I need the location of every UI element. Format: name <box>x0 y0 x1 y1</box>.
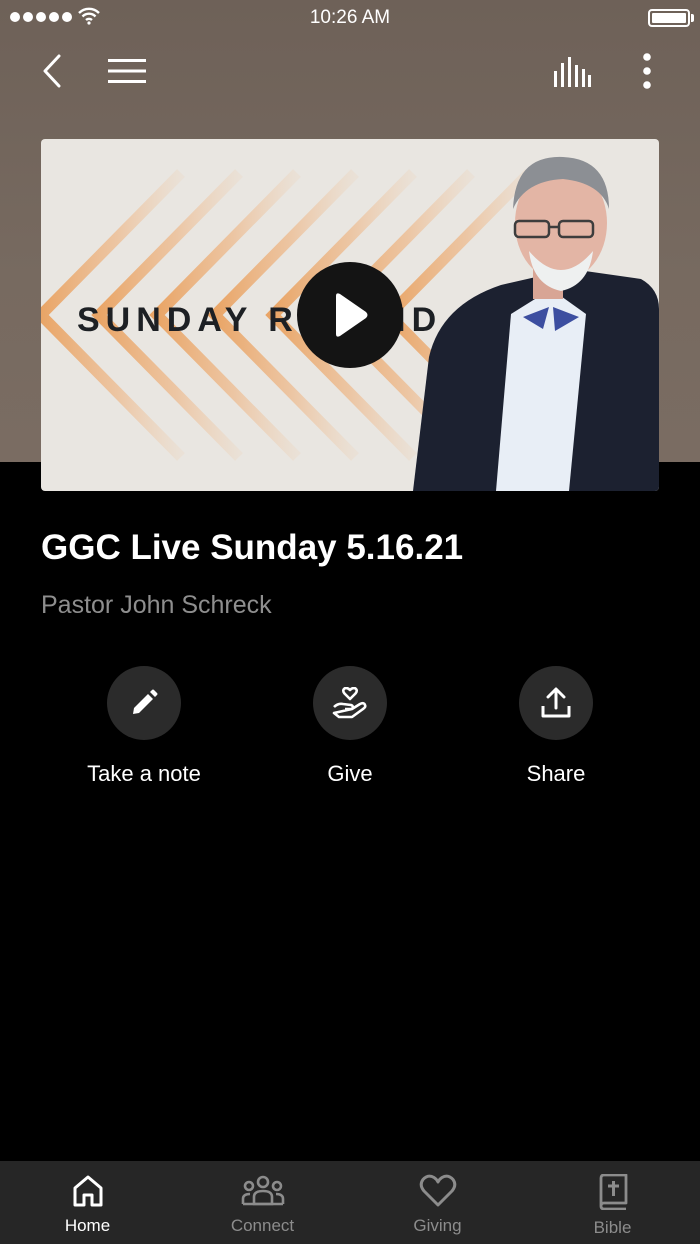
menu-button[interactable] <box>104 54 150 88</box>
bottom-tab-bar: Home Connect Giving Bible <box>0 1161 700 1244</box>
status-bar: 10:26 AM <box>0 0 700 36</box>
back-button[interactable] <box>34 50 70 92</box>
home-icon <box>73 1175 102 1207</box>
status-time: 10:26 AM <box>309 7 391 28</box>
tab-bible[interactable]: Bible <box>525 1161 700 1244</box>
pencil-icon <box>133 689 158 714</box>
take-note-label: Take a note <box>87 761 201 786</box>
tab-giving-label: Giving <box>413 1216 462 1235</box>
take-note-button[interactable]: Take a note <box>44 666 244 787</box>
speaker-photo <box>413 156 659 491</box>
hamburger-menu-icon <box>108 59 146 83</box>
battery-icon <box>648 9 690 27</box>
heart-icon <box>419 1174 456 1207</box>
give-button[interactable]: Give <box>250 666 450 787</box>
sermon-title: GGC Live Sunday 5.16.21 <box>41 528 464 567</box>
tab-home[interactable]: Home <box>0 1161 175 1244</box>
sermon-speaker: Pastor John Schreck <box>41 591 272 619</box>
people-icon <box>241 1175 284 1206</box>
audio-button[interactable] <box>548 52 596 92</box>
video-thumbnail[interactable]: SUNDAY REWIND <box>41 139 659 491</box>
bible-icon <box>599 1174 627 1210</box>
more-options-button[interactable] <box>630 50 664 92</box>
more-vertical-icon <box>643 53 651 89</box>
tab-connect-label: Connect <box>230 1216 295 1235</box>
tab-connect[interactable]: Connect <box>175 1161 350 1244</box>
audio-bars-icon <box>554 57 591 87</box>
chevron-left-icon <box>43 54 61 88</box>
share-upload-icon <box>541 687 571 718</box>
share-button[interactable]: Share <box>456 666 656 787</box>
tab-home-label: Home <box>64 1216 111 1235</box>
give-label: Give <box>327 761 373 786</box>
play-button[interactable] <box>297 262 403 368</box>
share-label: Share <box>526 761 586 786</box>
tab-giving[interactable]: Giving <box>350 1161 525 1244</box>
play-icon <box>336 293 368 337</box>
hand-heart-icon <box>332 687 367 719</box>
tab-bible-label: Bible <box>593 1218 632 1237</box>
